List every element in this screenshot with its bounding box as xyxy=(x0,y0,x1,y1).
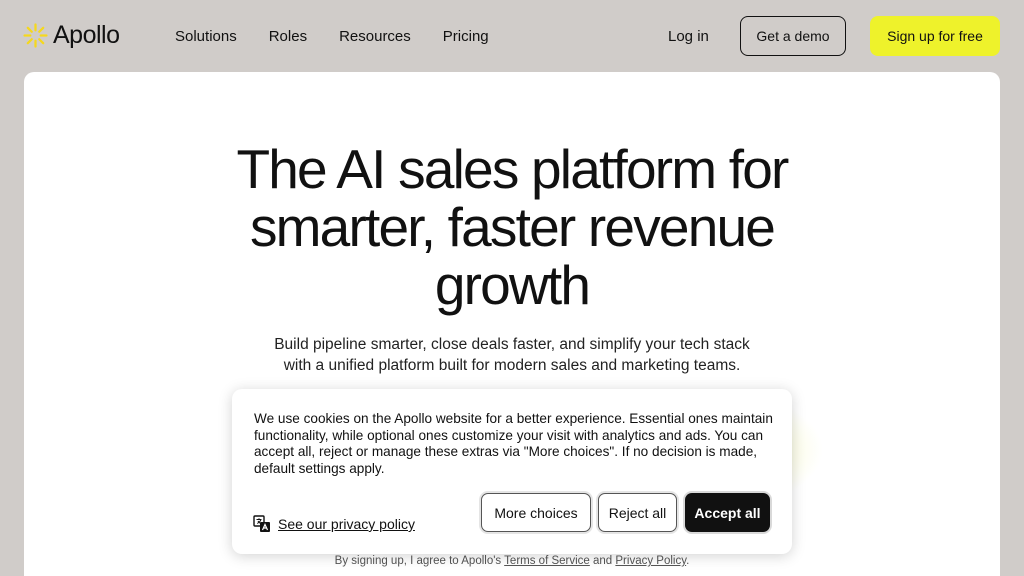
cookie-message: We use cookies on the Apollo website for… xyxy=(254,411,773,476)
nav-links: Solutions Roles Resources Pricing xyxy=(175,28,521,46)
signup-button[interactable]: Sign up for free xyxy=(870,16,1000,56)
cookie-privacy-link[interactable]: See our privacy policy xyxy=(278,516,415,532)
hero-title: The AI sales platform for smarter, faste… xyxy=(24,140,1000,314)
top-nav: Apollo Solutions Roles Resources Pricing… xyxy=(0,0,1024,72)
nav-resources[interactable]: Resources xyxy=(339,28,411,46)
get-demo-button[interactable]: Get a demo xyxy=(740,16,846,56)
hero-title-line: smarter, faster revenue xyxy=(249,196,776,258)
hero-title-line: The AI sales platform for xyxy=(236,138,789,200)
more-choices-button[interactable]: More choices xyxy=(481,493,591,532)
translate-icon xyxy=(253,515,270,532)
legal-suffix: . xyxy=(686,555,690,567)
logo-text: Apollo xyxy=(53,21,120,49)
nav-solutions[interactable]: Solutions xyxy=(175,28,237,46)
hero-subtitle-line: Build pipeline smarter, close deals fast… xyxy=(274,336,750,353)
terms-link[interactable]: Terms of Service xyxy=(504,555,590,567)
legal-and: and xyxy=(589,555,616,567)
accept-all-button[interactable]: Accept all xyxy=(685,493,770,532)
apollo-sun-icon xyxy=(23,22,48,48)
hero-subtitle-line: with a unified platform built for modern… xyxy=(283,357,741,374)
apollo-logo[interactable]: Apollo xyxy=(23,21,120,49)
signup-legal-text: By signing up, I agree to Apollo's Terms… xyxy=(24,555,1000,567)
login-link[interactable]: Log in xyxy=(668,28,709,46)
reject-all-button[interactable]: Reject all xyxy=(598,493,677,532)
hero-subtitle: Build pipeline smarter, close deals fast… xyxy=(252,334,772,376)
legal-prefix: By signing up, I agree to Apollo's xyxy=(334,555,505,567)
nav-roles[interactable]: Roles xyxy=(269,28,307,46)
cookie-banner: We use cookies on the Apollo website for… xyxy=(232,389,792,554)
nav-pricing[interactable]: Pricing xyxy=(443,28,489,46)
hero-title-line: growth xyxy=(434,254,591,316)
privacy-policy-row: See our privacy policy xyxy=(253,515,415,533)
privacy-policy-link[interactable]: Privacy Policy xyxy=(615,555,686,567)
